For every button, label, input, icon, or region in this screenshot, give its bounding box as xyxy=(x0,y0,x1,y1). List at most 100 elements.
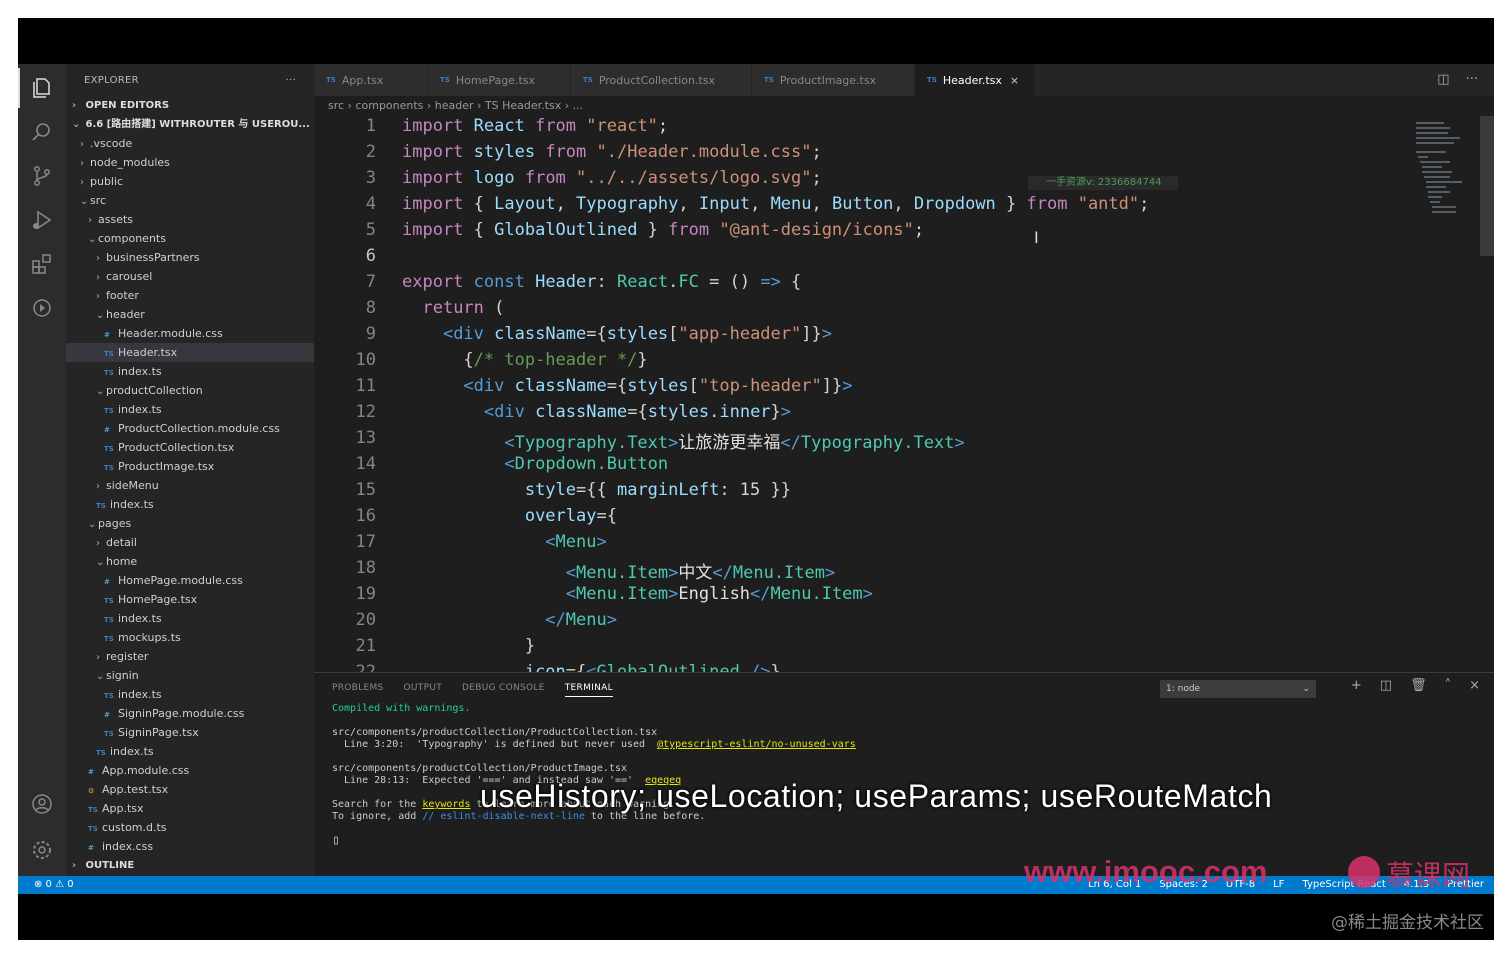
close-panel-icon[interactable]: × xyxy=(1469,678,1480,693)
tree-file[interactable]: # HomePage.module.css xyxy=(66,571,314,590)
code-token: marginLeft xyxy=(616,480,720,500)
code-token: import xyxy=(402,194,474,214)
tree-folder[interactable]: ⌄ src xyxy=(66,191,314,210)
tree-folder[interactable]: › footer xyxy=(66,286,314,305)
tab-app-tsx[interactable]: TS App.tsx xyxy=(314,64,428,96)
tree-folder[interactable]: › .vscode xyxy=(66,134,314,153)
search-icon[interactable] xyxy=(30,120,54,144)
tree-file[interactable]: ⚙ App.test.tsx xyxy=(66,780,314,799)
tree-item-label: HomePage.tsx xyxy=(118,593,198,606)
code-token: from xyxy=(1026,194,1078,214)
status-bar: ⊗ 0 ⚠ 0 Ln 6, Col 1 Spaces: 2 UTF-8 LF T… xyxy=(18,876,1494,894)
run-debug-icon[interactable] xyxy=(30,208,54,232)
tree-file[interactable]: TS index.ts xyxy=(66,685,314,704)
code-token: > xyxy=(596,532,607,552)
open-editors-section[interactable]: › OPEN EDITORS xyxy=(66,96,314,115)
tree-file[interactable]: TS App.tsx xyxy=(66,799,314,818)
code-token: import xyxy=(402,142,474,162)
tree-file[interactable]: # ProductCollection.module.css xyxy=(66,419,314,438)
tab-productimage-tsx[interactable]: TS ProductImage.tsx xyxy=(752,64,915,96)
split-editor-icon[interactable]: ◫ xyxy=(1437,72,1449,87)
tree-folder[interactable]: ⌄ home xyxy=(66,552,314,571)
extensions-icon[interactable] xyxy=(30,252,54,276)
tree-folder[interactable]: › sideMenu xyxy=(66,476,314,495)
tab-productcollection-tsx[interactable]: TS ProductCollection.tsx xyxy=(571,64,752,96)
code-token: React xyxy=(473,116,536,136)
terminal-cursor[interactable]: ▯ xyxy=(332,833,340,848)
outline-section[interactable]: › OUTLINE xyxy=(66,856,314,875)
tree-folder[interactable]: › businessPartners xyxy=(66,248,314,267)
vertical-scrollbar[interactable] xyxy=(1480,116,1494,256)
rule-link[interactable]: @typescript-eslint/no-unused-vars xyxy=(657,739,856,750)
maximize-panel-icon[interactable]: ˄ xyxy=(1445,678,1452,693)
tree-file[interactable]: # App.module.css xyxy=(66,761,314,780)
tree-folder[interactable]: ⌄ productCollection xyxy=(66,381,314,400)
tab-header-tsx[interactable]: TS Header.tsx × xyxy=(915,64,1035,96)
terminal-select[interactable]: 1: node ⌄ xyxy=(1160,680,1316,698)
kill-terminal-icon[interactable]: 🗑 xyxy=(1410,678,1427,693)
tab-terminal[interactable]: TERMINAL xyxy=(564,683,613,697)
typescript-icon: TS xyxy=(104,692,114,700)
tree-file[interactable]: # SigninPage.module.css xyxy=(66,704,314,723)
tree-folder[interactable]: › node_modules xyxy=(66,153,314,172)
code-token: Dropdown.Button xyxy=(514,454,669,474)
code-token: > xyxy=(668,584,679,604)
tree-item-label: SigninPage.module.css xyxy=(118,707,245,720)
code-editor[interactable]: 1 2 3 4 5 6 7 8 9 10 11 12 13 14 15 16 17 18 19 20 21 22 impo… xyxy=(314,116,1494,672)
tab-output[interactable]: OUTPUT xyxy=(404,683,442,697)
problems-count[interactable]: ⊗ 0 ⚠ 0 xyxy=(34,876,74,894)
remote-explorer-icon[interactable] xyxy=(30,296,54,320)
more-actions-icon[interactable]: ··· xyxy=(1466,72,1478,87)
minimap[interactable] xyxy=(1412,118,1462,218)
settings-gear-icon[interactable] xyxy=(30,838,54,862)
explorer-header: EXPLORER ··· xyxy=(66,64,314,96)
tree-file[interactable]: TS SigninPage.tsx xyxy=(66,723,314,742)
line-number: 2 xyxy=(365,142,376,162)
tree-folder[interactable]: ⌄ pages xyxy=(66,514,314,533)
tree-file[interactable]: # index.css xyxy=(66,837,314,856)
code-token: { xyxy=(473,194,495,214)
tree-file[interactable]: TS ProductCollection.tsx xyxy=(66,438,314,457)
tree-file[interactable]: TS index.ts xyxy=(66,609,314,628)
tree-file[interactable]: # Header.module.css xyxy=(66,324,314,343)
tree-item-label: index.ts xyxy=(118,612,162,625)
split-terminal-icon[interactable]: ◫ xyxy=(1380,678,1392,693)
tree-folder[interactable]: ⌄ signin xyxy=(66,666,314,685)
line-number: 9 xyxy=(365,324,376,344)
tree-file[interactable]: TS HomePage.tsx xyxy=(66,590,314,609)
close-tab-icon[interactable]: × xyxy=(1010,74,1019,87)
tab-debug-console[interactable]: DEBUG CONSOLE xyxy=(462,683,545,697)
tab-homepage-tsx[interactable]: TS HomePage.tsx xyxy=(428,64,571,96)
tab-problems[interactable]: PROBLEMS xyxy=(332,683,384,697)
tree-file[interactable]: TS index.ts xyxy=(66,400,314,419)
tree-folder[interactable]: ⌄ components xyxy=(66,229,314,248)
tree-file[interactable]: TS Header.tsx xyxy=(66,343,314,362)
tree-file[interactable]: TS custom.d.ts xyxy=(66,818,314,837)
new-terminal-icon[interactable]: + xyxy=(1351,678,1362,693)
code-token: [ xyxy=(668,324,679,344)
tree-folder[interactable]: › register xyxy=(66,647,314,666)
more-actions-icon[interactable]: ··· xyxy=(286,75,296,86)
tree-file[interactable]: TS index.ts xyxy=(66,495,314,514)
account-icon[interactable] xyxy=(30,792,54,816)
line-ending[interactable]: LF xyxy=(1273,876,1284,894)
tree-file[interactable]: TS ProductImage.tsx xyxy=(66,457,314,476)
tree-file[interactable]: TS index.ts xyxy=(66,742,314,761)
tree-folder[interactable]: › public xyxy=(66,172,314,191)
tree-folder[interactable]: › detail xyxy=(66,533,314,552)
code-token: logo xyxy=(473,168,525,188)
tree-folder[interactable]: › carousel xyxy=(66,267,314,286)
tree-folder[interactable]: › assets xyxy=(66,210,314,229)
project-root[interactable]: ⌄ 6.6 [路由搭建] WITHROUTER 与 USEROU... xyxy=(66,115,314,134)
tree-file[interactable]: TS index.ts xyxy=(66,362,314,381)
tree-item-label: index.ts xyxy=(110,745,154,758)
breadcrumb[interactable]: src › components › header › TS Header.ts… xyxy=(314,96,1494,116)
source-control-icon[interactable] xyxy=(30,164,54,188)
explorer-icon[interactable] xyxy=(18,68,54,108)
tree-folder[interactable]: ⌄ header xyxy=(66,305,314,324)
tree-file[interactable]: TS mockups.ts xyxy=(66,628,314,647)
code-line: {/* top-header */} xyxy=(402,350,647,370)
code-token: from xyxy=(535,116,587,136)
